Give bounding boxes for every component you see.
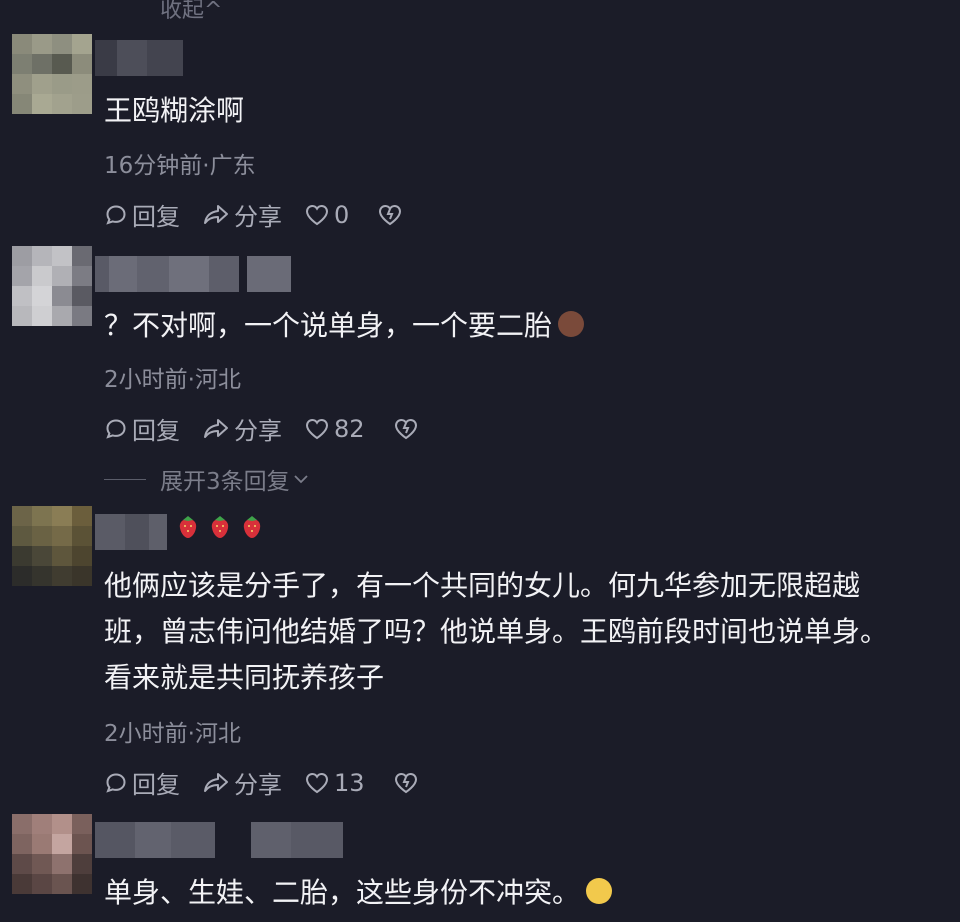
comment-meta: 2小时前·河北 xyxy=(104,721,241,747)
reply-label: 回复 xyxy=(132,203,180,231)
comment-text-line: 班，曾志伟问他结婚了吗？他说单身。王鸥前段时间也说单身。 xyxy=(104,615,889,648)
broken-heart-icon xyxy=(394,772,417,793)
share-label: 分享 xyxy=(234,417,282,445)
reply-label: 回复 xyxy=(132,417,180,445)
thinking-emoji-icon xyxy=(586,878,613,904)
comment-text-line: 他俩应该是分手了，有一个共同的女儿。何九华参加无限超越 xyxy=(104,569,861,602)
username-blurred[interactable] xyxy=(95,256,291,292)
collapse-label: 收起 xyxy=(160,0,205,23)
comment-actions: 回复 分享 13 xyxy=(104,765,419,800)
expand-label: 展开3条回复 xyxy=(160,469,290,495)
share-label: 分享 xyxy=(234,203,282,231)
comment-text-content: 单身、生娃、二胎，这些身份不冲突。 xyxy=(104,876,581,909)
share-icon xyxy=(204,418,228,438)
share-button[interactable]: 分享 xyxy=(202,197,282,232)
avatar[interactable] xyxy=(12,506,92,586)
reply-button[interactable]: 回复 xyxy=(104,765,180,800)
emoji-icon xyxy=(558,311,585,337)
reply-bubble-icon xyxy=(106,204,126,225)
share-button[interactable]: 分享 xyxy=(202,765,282,800)
chevron-up-icon: ^ xyxy=(204,0,223,23)
username-blurred[interactable] xyxy=(95,822,343,858)
comment-actions: 回复 分享 82 xyxy=(104,411,419,446)
share-label: 分享 xyxy=(234,771,282,799)
collapse-replies-link[interactable]: 收起^ xyxy=(160,0,222,24)
heart-icon xyxy=(305,204,329,225)
divider xyxy=(104,478,146,480)
comment-text-content: ？不对啊，一个说单身，一个要二胎 xyxy=(104,309,553,342)
like-count: 13 xyxy=(334,768,365,797)
like-count: 82 xyxy=(334,414,365,443)
heart-icon xyxy=(305,772,329,793)
avatar[interactable] xyxy=(12,34,92,114)
heart-icon xyxy=(305,418,329,439)
comment-text: 王鸥糊涂啊 xyxy=(104,94,245,127)
chevron-down-icon xyxy=(294,475,308,484)
comment-text: 单身、生娃、二胎，这些身份不冲突。 xyxy=(104,870,960,916)
like-count: 0 xyxy=(334,200,350,229)
comment-text: ？不对啊，一个说单身，一个要二胎 xyxy=(104,303,960,349)
dislike-button[interactable] xyxy=(393,771,419,795)
username-blurred[interactable] xyxy=(95,40,183,76)
reply-label: 回复 xyxy=(132,771,180,799)
like-button[interactable]: 82 xyxy=(304,415,365,443)
broken-heart-icon xyxy=(379,204,402,225)
like-button[interactable]: 0 xyxy=(304,201,349,229)
username-blurred[interactable] xyxy=(95,514,263,550)
share-icon xyxy=(204,772,228,792)
strawberry-emoji-icon xyxy=(243,516,261,538)
avatar[interactable] xyxy=(12,246,92,326)
expand-replies-link[interactable]: 展开3条回复 xyxy=(104,462,310,496)
like-button[interactable]: 13 xyxy=(304,769,365,797)
share-button[interactable]: 分享 xyxy=(202,411,282,446)
comment-actions: 回复 分享 0 xyxy=(104,197,403,232)
dislike-button[interactable] xyxy=(393,417,419,441)
comment-meta: 16分钟前·广东 xyxy=(104,153,256,179)
broken-heart-icon xyxy=(394,418,417,439)
reply-button[interactable]: 回复 xyxy=(104,197,180,232)
strawberry-emoji-icon xyxy=(179,516,197,538)
dislike-button[interactable] xyxy=(377,203,403,227)
strawberry-emoji-icon xyxy=(211,516,229,538)
comment-text-line: 看来就是共同抚养孩子 xyxy=(104,661,385,694)
reply-bubble-icon xyxy=(106,772,126,793)
comment-text: 他俩应该是分手了，有一个共同的女儿。何九华参加无限超越 班，曾志伟问他结婚了吗？… xyxy=(104,563,960,701)
reply-bubble-icon xyxy=(106,418,126,439)
share-icon xyxy=(204,204,228,224)
reply-button[interactable]: 回复 xyxy=(104,411,180,446)
avatar[interactable] xyxy=(12,814,92,894)
comment-meta: 2小时前·河北 xyxy=(104,367,241,393)
